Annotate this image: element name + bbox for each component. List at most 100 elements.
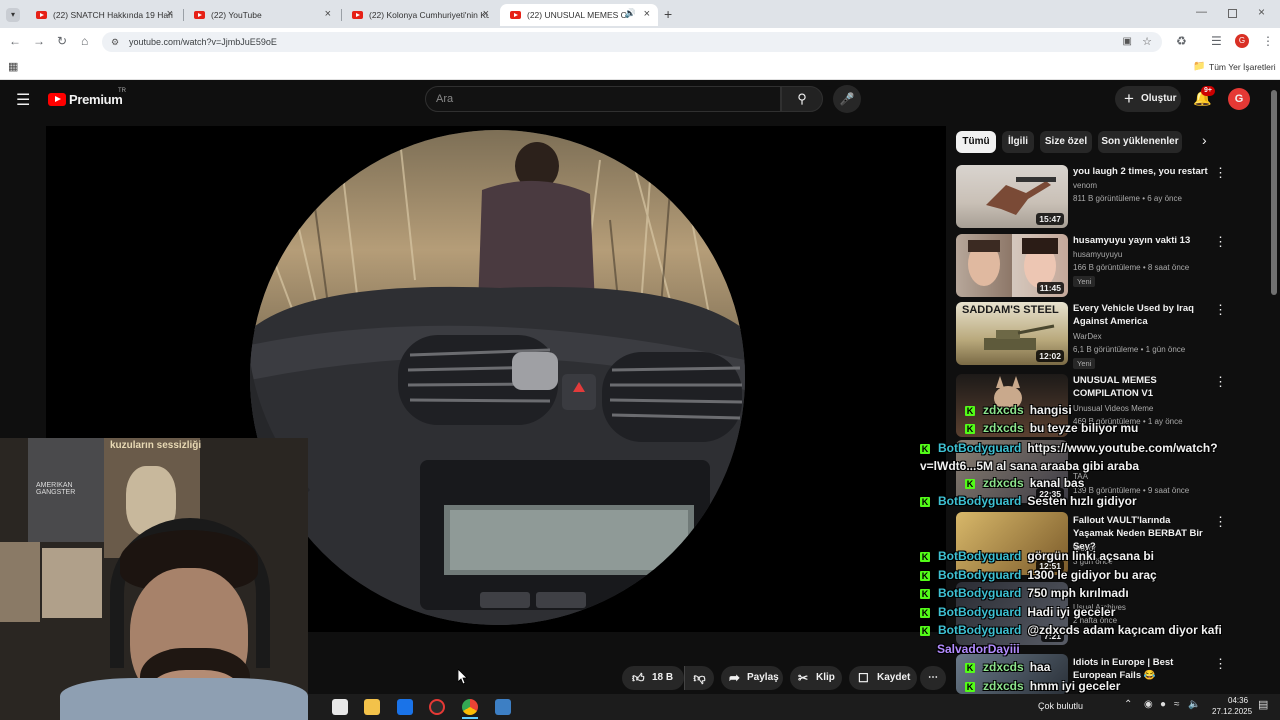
browser-menu-icon[interactable]: ⋮ [1262, 34, 1274, 48]
chat-message: K BotBodyguard @zdxcds adam kaçıcam diyor … [920, 623, 1222, 637]
all-bookmarks-link[interactable]: Tüm Yer İşaretleri [1209, 62, 1276, 72]
record-app-icon[interactable] [429, 699, 445, 715]
chip-for-you[interactable]: Size özel [1040, 131, 1092, 153]
audio-playing-icon[interactable]: 🔊 [625, 8, 636, 19]
chat-username: BotBodyguard [938, 568, 1022, 582]
new-tab-button[interactable]: + [664, 6, 672, 22]
apps-grid-icon[interactable]: ▦ [8, 60, 18, 73]
close-tab-icon[interactable]: × [644, 8, 650, 20]
browser-tab[interactable]: (22) Kolonya Cumhuriyeti'nin Kuruluşu × [342, 4, 497, 26]
channel-name[interactable]: venom [1073, 181, 1097, 190]
browser-toolbar: ← → ↻ ⌂ ⚙ youtube.com/watch?v=JjmbJuE59o… [0, 28, 1280, 56]
tray-chevron-icon[interactable]: ⌃ [1124, 699, 1132, 710]
close-window-button[interactable]: × [1258, 5, 1265, 19]
more-options-icon[interactable]: ⋮ [1214, 234, 1227, 250]
browser-tab-active[interactable]: (22) UNUSUAL MEMES CO 🔊 × [500, 4, 658, 26]
more-actions-button[interactable]: ⋯ [920, 666, 946, 690]
create-button[interactable]: + Oluştur [1115, 86, 1181, 112]
logo-text: Premium [69, 92, 123, 107]
chrome-icon[interactable] [462, 699, 478, 715]
chips-next-icon[interactable]: › [1202, 132, 1207, 148]
close-tab-icon[interactable]: × [167, 8, 173, 20]
clip-button[interactable]: ✂ Klip [790, 666, 842, 690]
notifications-button[interactable]: 🔔 9+ [1193, 86, 1215, 108]
reload-icon[interactable]: ↻ [57, 34, 67, 48]
recommendation-item[interactable]: SADDAM'S STEEL 12:02 Every Vehicle Used … [956, 302, 1256, 369]
search-input[interactable]: Ara [425, 86, 781, 112]
bookmark-star-icon[interactable]: ☆ [1142, 32, 1152, 52]
video-title[interactable]: Every Vehicle Used by Iraq Against Ameri… [1073, 302, 1213, 328]
save-button[interactable]: ☐ Kaydet [849, 666, 917, 690]
kick-badge-icon: K [965, 663, 975, 673]
url-input[interactable]: ⚙ youtube.com/watch?v=JjmbJuE59oE ▣ ☆ [102, 32, 1162, 52]
cast-icon[interactable]: ▣ [1123, 32, 1132, 52]
bookmarks-bar: ▦ 📁 Tüm Yer İşaretleri [0, 56, 1280, 80]
video-duration: 11:45 [1036, 282, 1064, 294]
home-icon[interactable]: ⌂ [81, 34, 88, 48]
chip-recently-uploaded[interactable]: Son yüklenenler [1098, 131, 1182, 153]
kick-badge-icon: K [965, 479, 975, 489]
more-options-icon[interactable]: ⋮ [1214, 656, 1227, 672]
channel-name[interactable]: husamyuyuyu [1073, 250, 1122, 259]
more-options-icon[interactable]: ⋮ [1214, 374, 1227, 390]
plus-icon: + [1124, 89, 1134, 108]
search-button[interactable]: ⚲ [781, 86, 823, 112]
video-title[interactable]: you laugh 2 times, you restart [1073, 165, 1213, 178]
chat-text: hangisi [1029, 403, 1072, 417]
hamburger-menu-icon[interactable]: ☰ [16, 90, 30, 110]
page-scrollbar[interactable] [1271, 90, 1277, 295]
back-arrow-icon[interactable]: ← [9, 34, 21, 48]
notifications-center-icon[interactable]: ▤ [1258, 698, 1268, 711]
clock-date[interactable]: 27.12.2025 [1212, 707, 1252, 716]
clock-time[interactable]: 04:36 [1228, 696, 1248, 705]
forward-arrow-icon[interactable]: → [33, 34, 45, 48]
recommendation-item[interactable]: 11:45 husamyuyu yayın vakti 13 husamyuyu… [956, 234, 1256, 298]
network-icon[interactable]: ◉ [1144, 699, 1153, 710]
volume-icon[interactable]: 🔈 [1188, 699, 1200, 710]
minimize-window-button[interactable]: — [1196, 6, 1207, 18]
voice-search-button[interactable]: 🎤 [833, 85, 861, 113]
microphone-tray-icon[interactable]: ● [1160, 699, 1166, 710]
extensions-icon[interactable]: ♻ [1176, 34, 1187, 48]
channel-name[interactable]: WarDex [1073, 332, 1102, 341]
close-tab-icon[interactable]: × [325, 8, 331, 20]
file-explorer-icon[interactable] [364, 699, 380, 715]
dislike-button[interactable]: 👎︎ [684, 666, 714, 690]
microphone-icon: 🎤 [839, 92, 855, 106]
more-horizontal-icon: ⋯ [928, 672, 938, 683]
chat-username: BotBodyguard [938, 586, 1022, 600]
tab-search-button[interactable]: ▾ [6, 8, 20, 22]
more-options-icon[interactable]: ⋮ [1214, 165, 1227, 181]
browser-tab[interactable]: (22) SNATCH Hakkında 19 Harika × [26, 4, 181, 26]
channel-name[interactable]: Unusual Videos Meme [1073, 404, 1153, 413]
media-controls-icon[interactable]: ☰ [1211, 34, 1222, 48]
outlook-icon[interactable] [397, 699, 413, 715]
video-thumbnail[interactable]: 12:51 [956, 512, 1068, 575]
calculator-icon[interactable] [332, 699, 348, 715]
browser-tab[interactable]: (22) YouTube × [184, 4, 339, 26]
video-title[interactable]: UNUSUAL MEMES COMPILATION V1 [1073, 374, 1213, 400]
chip-all[interactable]: Tümü [956, 131, 996, 153]
video-thumbnail[interactable]: SADDAM'S STEEL 12:02 [956, 302, 1068, 365]
profile-avatar[interactable]: G [1235, 34, 1249, 48]
youtube-favicon-icon [352, 11, 363, 19]
video-thumbnail[interactable]: 11:45 [956, 234, 1068, 297]
video-still-car-interior [250, 130, 745, 625]
video-thumbnail[interactable]: 15:47 [956, 165, 1068, 228]
video-title[interactable]: husamyuyu yayın vakti 13 [1073, 234, 1213, 247]
recommendation-item[interactable]: 15:47 you laugh 2 times, you restart ven… [956, 165, 1256, 229]
app-icon[interactable] [495, 699, 511, 715]
wifi-icon[interactable]: ≈ [1174, 699, 1180, 710]
weather-status[interactable]: Çok bulutlu [1038, 701, 1083, 711]
close-tab-icon[interactable]: × [483, 8, 489, 20]
share-button[interactable]: ➦ Paylaş [721, 666, 783, 690]
site-info-icon[interactable]: ⚙ [111, 32, 119, 52]
chat-username: zdxcds [983, 679, 1024, 693]
maximize-window-button[interactable] [1228, 9, 1237, 18]
more-options-icon[interactable]: ⋮ [1214, 514, 1227, 530]
account-avatar[interactable]: G [1228, 88, 1250, 110]
more-options-icon[interactable]: ⋮ [1214, 302, 1227, 318]
chip-related[interactable]: İlgili [1002, 131, 1034, 153]
like-button[interactable]: 👍︎ 18 B [622, 666, 684, 690]
recommendation-item[interactable]: 12:51 Fallout VAULT'larında Yaşamak Nede… [956, 512, 1256, 576]
